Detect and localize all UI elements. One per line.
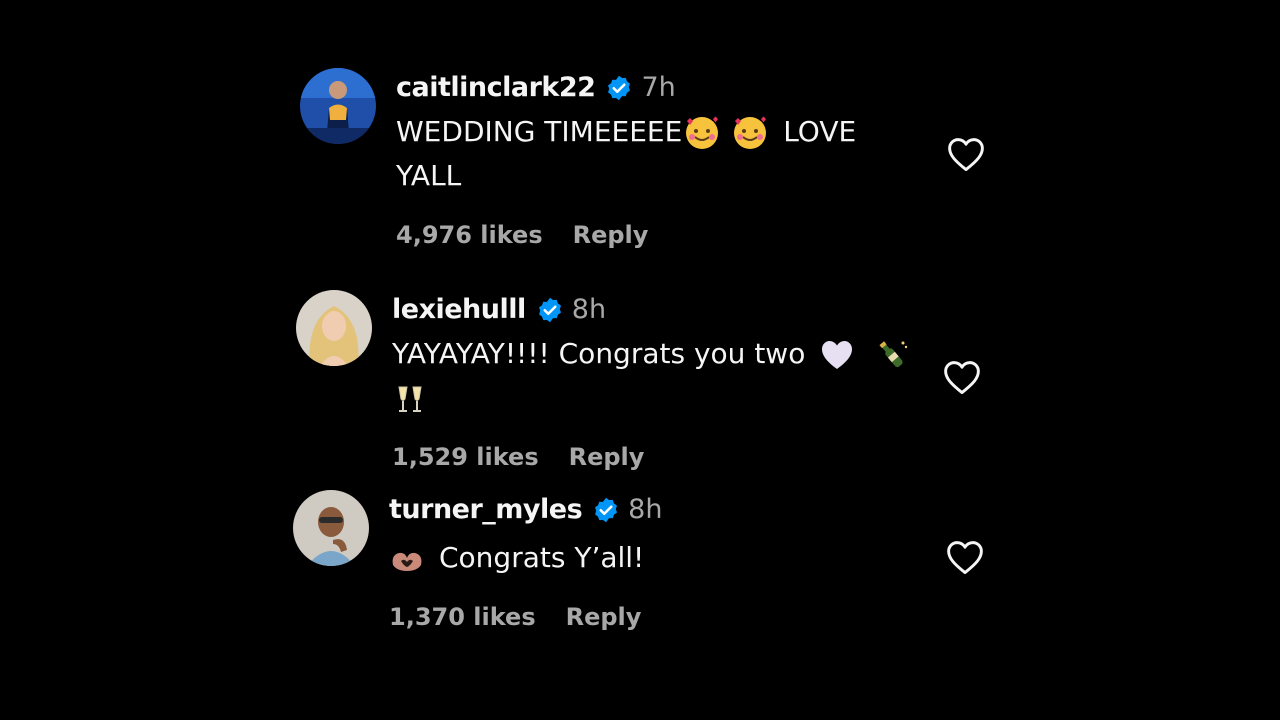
- white-heart-emoji-icon: [819, 337, 855, 373]
- reply-button[interactable]: Reply: [569, 443, 645, 471]
- clinking-glasses-emoji-icon: [392, 381, 428, 417]
- comment-time: 8h: [571, 294, 607, 325]
- comment-item: caitlinclark22 7h WEDDING TIMEEEEE LOVE …: [300, 68, 1000, 268]
- likes-count[interactable]: 4,976 likes: [396, 221, 543, 249]
- comment-text: WEDDING TIMEEEEE LOVE YALL: [396, 110, 856, 198]
- comment-header: caitlinclark22 7h: [396, 72, 676, 103]
- champagne-bottle-emoji-icon: [873, 337, 909, 373]
- comment-text-part: WEDDING TIMEEEEE: [396, 115, 683, 148]
- comment-text: Congrats Y’all!: [389, 536, 644, 580]
- verified-badge-icon: [536, 296, 564, 324]
- comment-text: YAYAYAY!!!! Congrats you two: [392, 332, 915, 420]
- comment-item: turner_myles 8h Congrats Y’all! 1,370 li…: [293, 490, 993, 690]
- comment-text-part: LOVE: [783, 115, 857, 148]
- comment-time: 8h: [628, 494, 663, 525]
- smiling-face-with-hearts-emoji-icon: [732, 115, 768, 151]
- likes-count[interactable]: 1,529 likes: [392, 443, 539, 471]
- likes-count[interactable]: 1,370 likes: [389, 603, 536, 631]
- user-avatar[interactable]: [296, 290, 372, 366]
- username[interactable]: caitlinclark22: [396, 72, 596, 103]
- avatar-blonde-woman-icon: [296, 290, 372, 366]
- verified-badge-icon: [592, 496, 620, 524]
- comment-item: lexiehulll 8h YAYAYAY!!!! Congrats you t…: [296, 290, 996, 490]
- comment-text-part: Congrats Y’all!: [439, 541, 645, 574]
- comments-panel: caitlinclark22 7h WEDDING TIMEEEEE LOVE …: [0, 0, 1280, 720]
- comment-text-part: YAYAYAY!!!! Congrats you two: [392, 337, 806, 370]
- reply-button[interactable]: Reply: [566, 603, 642, 631]
- user-avatar[interactable]: [300, 68, 376, 144]
- comment-meta: 1,370 likes Reply: [389, 603, 641, 631]
- comment-time: 7h: [641, 72, 676, 103]
- avatar-basketball-player-icon: [300, 68, 376, 144]
- comment-header: turner_myles 8h: [389, 494, 662, 525]
- username[interactable]: turner_myles: [389, 494, 583, 525]
- comment-meta: 1,529 likes Reply: [392, 443, 644, 471]
- heart-outline-icon[interactable]: [942, 359, 982, 395]
- comment-header: lexiehulll 8h: [392, 294, 606, 325]
- heart-outline-icon[interactable]: [946, 136, 986, 172]
- user-avatar[interactable]: [293, 490, 369, 566]
- verified-badge-icon: [605, 74, 633, 102]
- username[interactable]: lexiehulll: [392, 294, 526, 325]
- comment-meta: 4,976 likes Reply: [396, 221, 648, 249]
- avatar-man-sunglasses-icon: [293, 490, 369, 566]
- heart-hands-emoji-icon: [389, 541, 425, 577]
- reply-button[interactable]: Reply: [573, 221, 649, 249]
- smiling-face-with-hearts-emoji-icon: [684, 115, 720, 151]
- heart-outline-icon[interactable]: [945, 539, 985, 575]
- comment-text-part: YALL: [396, 159, 462, 192]
